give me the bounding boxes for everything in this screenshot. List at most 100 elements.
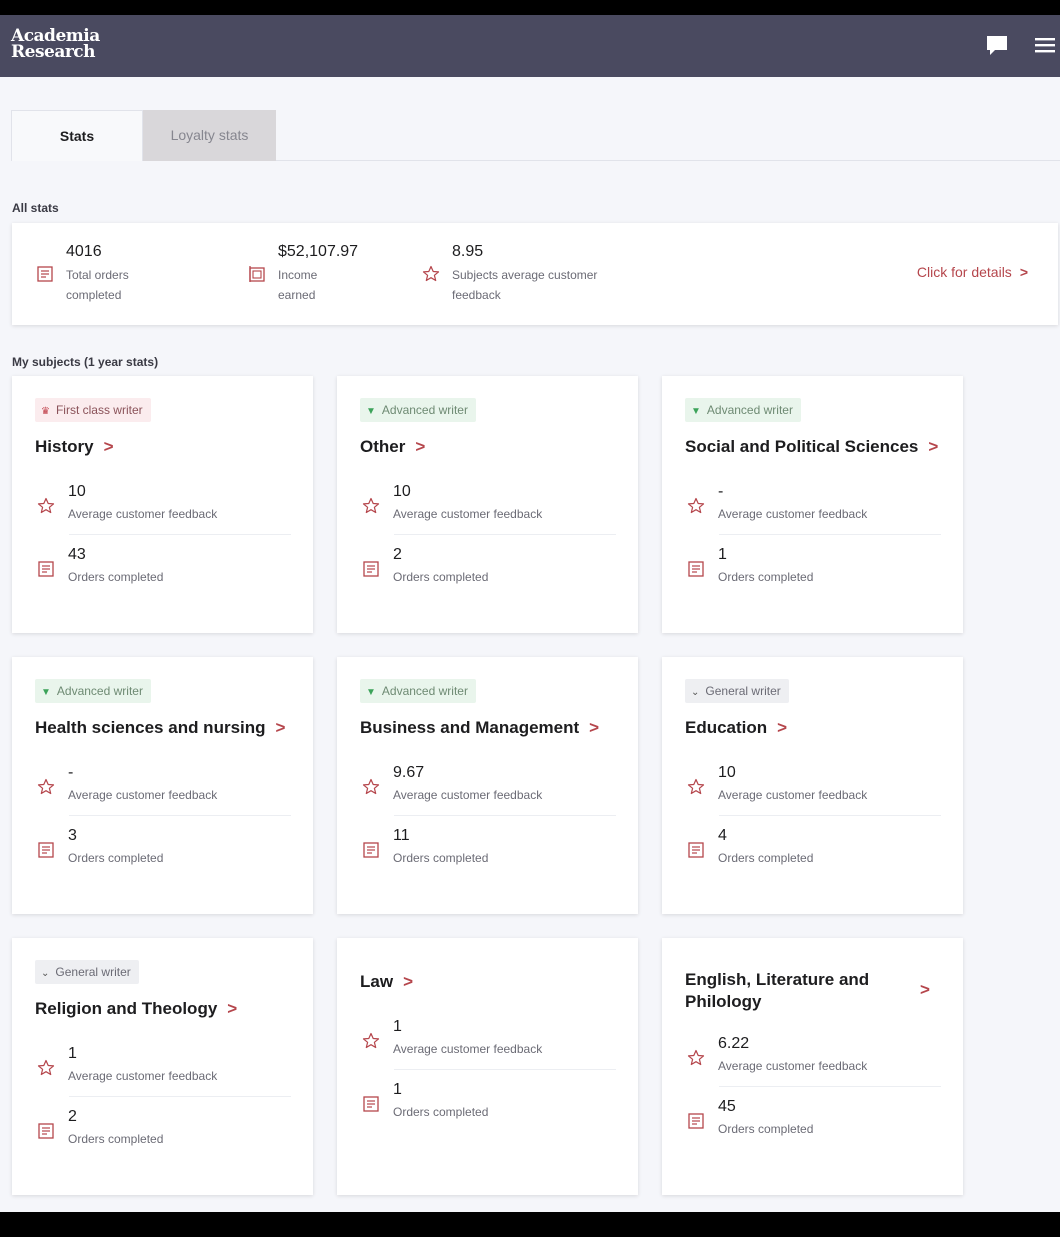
divider [69,534,291,535]
star-icon [687,778,705,795]
writer-level-badge: ⌄ General writer [685,679,789,703]
income-icon [249,266,265,282]
subject-title-link[interactable]: Health sciences and nursing > [35,718,285,738]
top-bar: Academia Research [0,15,1060,77]
subject-card: ♛ First class writer History > 10 Average cus… [12,376,313,633]
divider [719,534,941,535]
subject-title-link[interactable]: Education > [685,718,787,738]
chevron-right-icon[interactable]: > [920,980,930,1000]
subject-title-link[interactable]: History > [35,437,114,457]
feedback-value: 10 [68,483,86,500]
orders-value: 45 [718,1098,736,1115]
subject-title-link[interactable]: Business and Management > [360,718,599,738]
feedback-label: Average customer feedback [393,507,543,521]
tab-loyalty-stats[interactable]: Loyalty stats [143,110,276,161]
hamburger-menu-icon[interactable] [1034,35,1056,55]
star-icon [37,497,55,514]
feedback-row: 9.67 Average customer feedback [360,764,616,814]
all-stats-panel: 4016 Total orders completed $52,107.97 I… [12,223,1058,325]
subject-card: ▼ Advanced writer Health sciences and nurs… [12,657,313,914]
feedback-row: 1 Average customer feedback [360,1018,616,1068]
orders-value: 3 [68,827,77,844]
star-icon [687,1049,705,1066]
subject-title-link[interactable]: English, Literature and Philology [685,969,915,1013]
app-frame: Academia Research Stats Loyalty stats Al… [0,15,1060,1212]
feedback-label: Average customer feedback [718,788,868,802]
writer-level-badge: ♛ First class writer [35,398,151,422]
feedback-value: 1 [393,1018,402,1035]
orders-value: 4 [718,827,727,844]
subject-title-link[interactable]: Law > [360,972,413,992]
orders-row: 4 Orders completed [685,827,941,877]
feedback-row: - Average customer feedback [35,764,291,814]
details-link-label: Click for details [916,264,1012,280]
orders-icon [688,1113,704,1129]
orders-row: 1 Orders completed [360,1081,616,1131]
orders-label: Orders completed [68,570,164,584]
subject-title-link[interactable]: Religion and Theology > [35,999,237,1019]
tab-stats[interactable]: Stats [11,110,143,161]
subject-card: Law > 1 Average customer feedback 1 Orders co… [337,938,638,1195]
star-icon [37,778,55,795]
orders-value: 11 [393,827,410,844]
orders-row: 2 Orders completed [360,546,616,596]
orders-label: Orders completed [68,1132,164,1146]
stat-value: 8.95 [452,243,484,260]
chevron-down-icon: ⌄ [691,687,700,698]
orders-label: Orders completed [718,1122,814,1136]
badge-label: Advanced writer [706,403,793,417]
subject-title-link[interactable]: Other > [360,437,425,457]
subject-name: Health sciences and nursing [35,718,266,737]
orders-row: 2 Orders completed [35,1108,291,1158]
writer-level-badge: ▼ Advanced writer [35,679,151,703]
feedback-label: Average customer feedback [718,507,868,521]
chat-bubble-icon[interactable] [986,34,1008,56]
brand-logo[interactable]: Academia Research [11,28,100,62]
feedback-label: Average customer feedback [718,1059,868,1073]
orders-icon [38,561,54,577]
star-icon [362,1032,380,1049]
brand-line-2: Research [11,42,96,62]
badge-label: First class writer [55,403,143,417]
feedback-row: 10 Average customer feedback [35,483,291,533]
chevron-right-icon: > [227,999,238,1018]
orders-value: 2 [393,546,402,563]
orders-label: Orders completed [718,570,814,584]
orders-label: Orders completed [718,851,814,865]
subject-name: Religion and Theology [35,999,218,1018]
orders-icon [363,1096,379,1112]
subject-card: ▼ Advanced writer Other > 10 Average customer… [337,376,638,633]
writer-level-badge: ▼ Advanced writer [360,398,476,422]
orders-row: 11 Orders completed [360,827,616,877]
stat-label: Subjects average customer feedback [452,268,598,302]
orders-value: 1 [393,1081,402,1098]
subject-card: ▼ Advanced writer Business and Management >… [337,657,638,914]
arrow-down-icon: ▼ [41,687,51,698]
stat-label: Total orders completed [66,268,129,302]
orders-label: Orders completed [68,851,164,865]
orders-icon [37,266,53,282]
orders-icon [688,561,704,577]
subject-title-link[interactable]: Social and Political Sciences > [685,437,938,457]
orders-icon [363,842,379,858]
divider [69,1096,291,1097]
orders-value: 2 [68,1108,77,1125]
divider [394,1069,616,1070]
badge-label: General writer [55,965,131,979]
feedback-row: 10 Average customer feedback [360,483,616,533]
chevron-right-icon: > [403,972,413,991]
arrow-down-icon: ▼ [366,687,376,698]
writer-level-badge: ⌄ General writer [35,960,139,984]
orders-label: Orders completed [393,851,489,865]
divider [394,534,616,535]
feedback-label: Average customer feedback [393,1042,543,1056]
subject-card: ⌄ General writer Education >10 Average custo… [662,657,963,914]
stats-tabs: Stats Loyalty stats [11,110,1060,161]
writer-level-badge: ▼ Advanced writer [685,398,801,422]
chevron-right-icon: > [928,437,939,456]
orders-row: 3 Orders completed [35,827,291,877]
click-for-details-link[interactable]: Click for details > [917,264,1028,280]
stat-value: $52,107.97 [278,243,359,260]
orders-value: 43 [68,546,86,563]
my-subjects-heading: My subjects (1 year stats) [12,355,159,369]
